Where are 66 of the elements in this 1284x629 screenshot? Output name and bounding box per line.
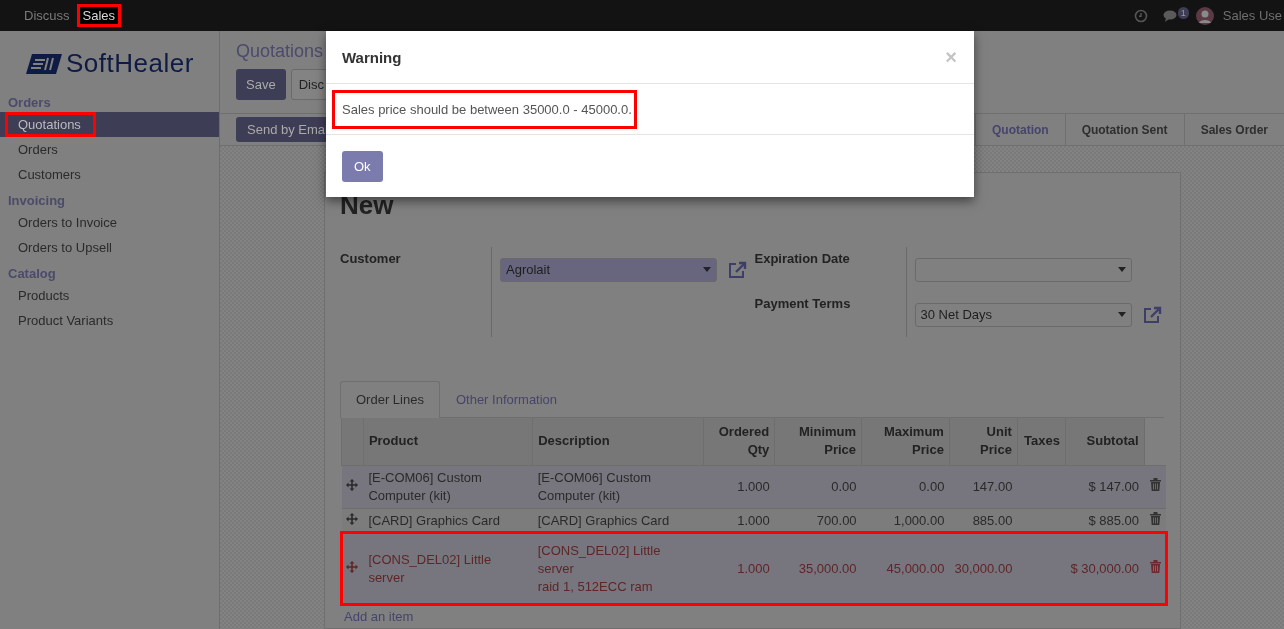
drag-handle-icon[interactable] xyxy=(346,512,359,525)
table-cell: 35,000.00 xyxy=(774,533,862,604)
top-menu-item[interactable]: Discuss xyxy=(19,4,75,27)
discard-button[interactable]: Disc xyxy=(290,69,328,100)
sidebar-item[interactable]: Quotations xyxy=(0,112,219,137)
column-header: Minimum Price xyxy=(774,418,862,465)
field-label: Customer xyxy=(340,250,402,268)
sidebar-item[interactable]: Orders to Upsell xyxy=(0,235,219,260)
tab[interactable]: Order Lines xyxy=(340,381,440,418)
table-cell: [CONS_DEL02] Little server raid 1, 512ECC ram xyxy=(532,533,704,604)
drag-handle-icon[interactable] xyxy=(346,560,359,573)
caret-icon xyxy=(1117,267,1126,272)
table-cell: [E-COM06] Custom Computer (kit) xyxy=(532,465,704,508)
table-cell: 1.000 xyxy=(703,533,775,604)
trash-icon[interactable] xyxy=(1149,511,1161,525)
record-title: New xyxy=(340,189,395,222)
save-button[interactable]: Save xyxy=(236,69,286,100)
table-cell: $ 30,000.00 xyxy=(1065,533,1145,604)
sidebar-item[interactable]: Products xyxy=(0,283,219,308)
tab[interactable]: Other Information xyxy=(439,381,574,418)
table-cell: [E-COM06] Custom Computer (kit) xyxy=(363,465,533,508)
top-menu-item[interactable]: Sales xyxy=(76,4,122,27)
sidebar-item[interactable]: Customers xyxy=(0,162,219,187)
column-header: Taxes xyxy=(1017,418,1066,465)
notification-badge: 1 xyxy=(1177,6,1189,19)
select-field[interactable]: Agrolait xyxy=(500,257,717,282)
table-cell: $ 147.00 xyxy=(1065,465,1145,508)
avatar-icon[interactable] xyxy=(1195,6,1214,25)
sidebar-item[interactable]: Orders to Invoice xyxy=(0,210,219,235)
select-field[interactable] xyxy=(914,257,1132,282)
user-name[interactable]: Sales Use xyxy=(1222,8,1282,23)
chat-button[interactable]: 1 xyxy=(1162,8,1187,23)
table-cell: 45,000.00 xyxy=(861,533,950,604)
select-field[interactable]: 30 Net Days xyxy=(914,302,1132,327)
table-cell: [CONS_DEL02] Little server xyxy=(363,533,533,604)
column-header: Description xyxy=(532,418,704,465)
field-label: Expiration Date xyxy=(754,250,851,268)
sidebar-item[interactable]: Orders xyxy=(0,137,219,162)
external-link-icon[interactable] xyxy=(728,260,747,279)
logo-text: SoftHealer xyxy=(66,48,194,79)
sidebar-item[interactable]: Product Variants xyxy=(0,308,219,333)
column-header: Ordered Qty xyxy=(703,418,775,465)
caret-icon xyxy=(703,267,711,272)
table-cell: 0.00 xyxy=(861,465,950,508)
column-header: Unit Price xyxy=(949,418,1018,465)
table-cell: 0.00 xyxy=(774,465,862,508)
trash-icon[interactable] xyxy=(1149,477,1161,491)
column-header: Maximum Price xyxy=(861,418,950,465)
caret-icon xyxy=(1117,312,1126,317)
column-header: Product xyxy=(363,418,533,465)
dialog-title: Warning xyxy=(342,48,402,66)
warning-message: Sales price should be between 35000.0 - 45000.0. xyxy=(332,89,637,129)
clock-icon[interactable] xyxy=(1133,8,1148,23)
external-link-icon[interactable] xyxy=(1142,305,1162,324)
ok-button[interactable]: Ok xyxy=(342,150,383,182)
table-cell: 1.000 xyxy=(703,465,775,508)
status-stage[interactable]: Sales Order xyxy=(1183,114,1284,145)
add-item-link[interactable]: Add an item xyxy=(340,603,418,629)
table-cell: 30,000.00 xyxy=(949,533,1018,604)
trash-icon[interactable] xyxy=(1149,559,1161,573)
table-cell: 147.00 xyxy=(949,465,1018,508)
logo-icon xyxy=(26,53,62,74)
drag-handle-icon[interactable] xyxy=(346,478,359,491)
column-header: Subtotal xyxy=(1065,418,1145,465)
field-label: Payment Terms xyxy=(754,295,852,313)
status-stage[interactable]: Quotation Sent xyxy=(1064,114,1184,145)
